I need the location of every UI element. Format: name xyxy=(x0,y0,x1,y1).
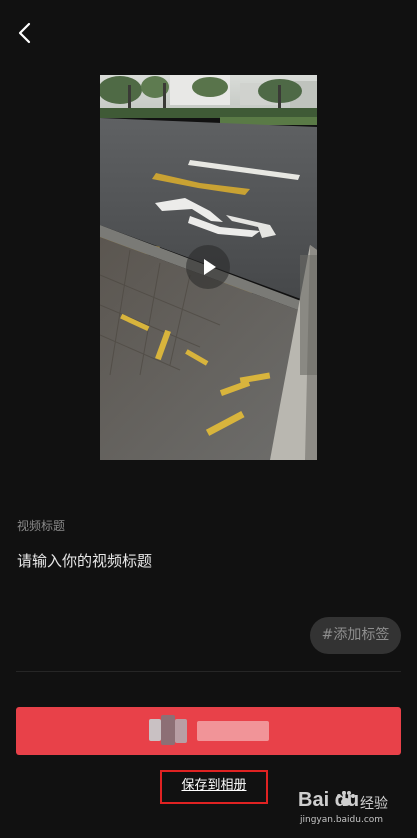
video-preview[interactable] xyxy=(100,75,317,460)
add-tag-button[interactable]: #添加标签 xyxy=(310,617,401,654)
video-title-label: 视频标题 xyxy=(17,519,66,533)
back-button[interactable] xyxy=(10,18,40,48)
divider xyxy=(16,671,401,672)
watermark-brand: Bai du xyxy=(298,789,360,811)
chevron-left-icon xyxy=(18,22,31,44)
watermark-domain: jingyan.baidu.com xyxy=(300,815,384,825)
watermark-name: 经验 xyxy=(360,796,388,812)
video-title-input[interactable] xyxy=(17,548,397,574)
publish-button[interactable] xyxy=(16,707,401,755)
play-button[interactable] xyxy=(186,245,230,289)
save-to-album-link[interactable]: 保存到相册 xyxy=(160,770,268,804)
play-icon xyxy=(204,259,216,275)
publish-label xyxy=(16,707,401,755)
baidu-jingyan-watermark: Bai du 经验 jingyan.baidu.com xyxy=(298,785,410,833)
